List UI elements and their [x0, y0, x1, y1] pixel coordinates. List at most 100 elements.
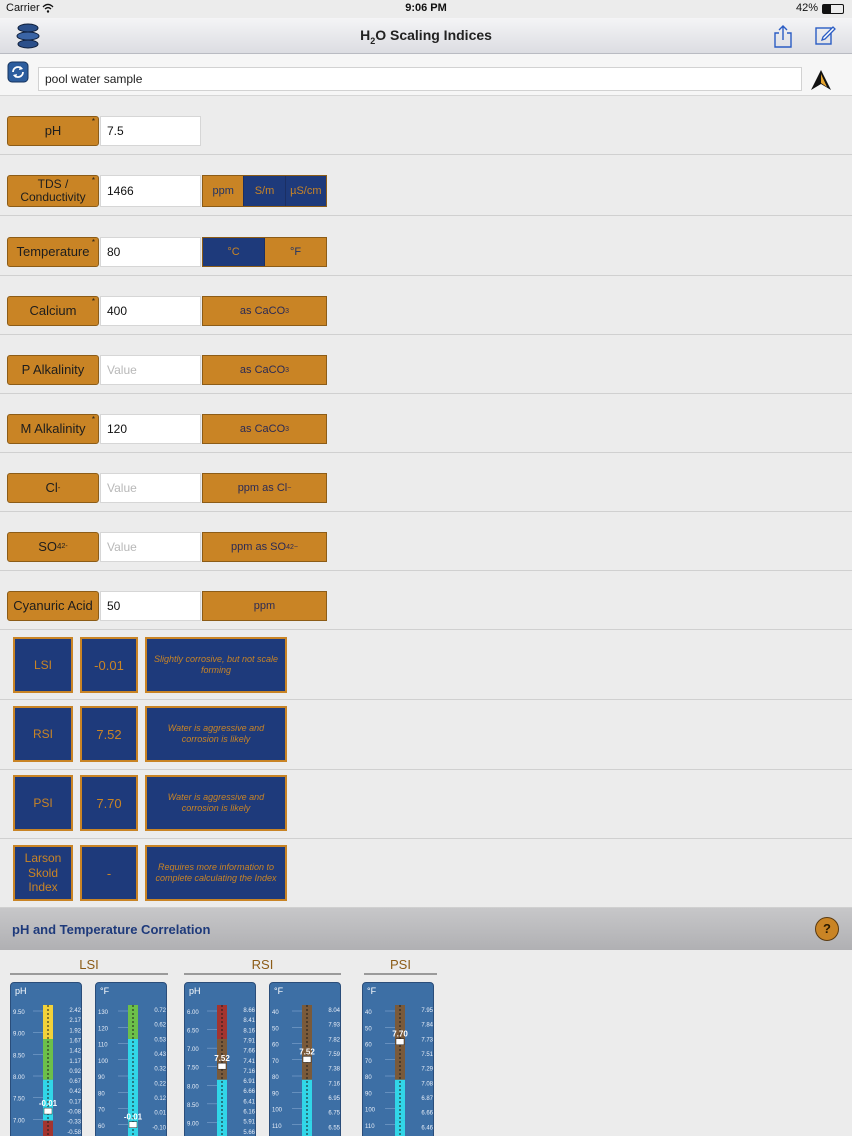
gauge-left-tick: 80 — [98, 1091, 105, 1097]
gauge-svg: pH 6.00 6.50 7.00 7.50 8.00 8.50 9.00 8.66 8.41 8.… — [187, 986, 256, 1136]
chloride-unit[interactable]: ppm as Cl − — [202, 473, 327, 503]
param-row-ph: pH * 7.5 — [0, 96, 852, 155]
gauge-right-tick: 0.43 — [154, 1052, 166, 1058]
psi-description: Water is aggressive and corrosion is lik… — [145, 775, 287, 831]
psi-value: 7.70 — [80, 775, 138, 831]
gauge-marker — [128, 1121, 138, 1128]
p-alkalinity-unit[interactable]: as CaCO 3 — [202, 355, 327, 385]
temperature-unit-selector: °C °F — [202, 237, 327, 267]
p-alkalinity-label[interactable]: P Alkalinity — [7, 355, 99, 385]
lsi-ph-gauge[interactable]: pH 9.50 9.00 8.50 8.00 7.50 7.00 2.42 2.17 1.92 1.… — [10, 982, 82, 1136]
gauge-left-tick: 8.00 — [13, 1075, 25, 1081]
sulfate-input[interactable]: Value — [100, 532, 201, 562]
p-alkalinity-input[interactable]: Value — [100, 355, 201, 385]
lsi-name[interactable]: LSI — [13, 637, 73, 693]
gauge-left-tick: 80 — [365, 1075, 372, 1081]
tds-label[interactable]: TDS / Conductivity * — [7, 175, 99, 207]
psi-name[interactable]: PSI — [13, 775, 73, 831]
gauge-right-tick: -0.58 — [67, 1130, 81, 1136]
gauge-unit-label: °F — [367, 986, 377, 996]
gauge-left-tick: 70 — [365, 1059, 372, 1065]
unit-s-per-m[interactable]: S/m — [243, 176, 285, 206]
index-row-lsi: LSI -0.01 Slightly corrosive, but not sc… — [0, 630, 852, 700]
gauge-left-tick: 7.00 — [13, 1118, 25, 1124]
rsi-name[interactable]: RSI — [13, 706, 73, 762]
calcium-unit[interactable]: as CaCO 3 — [202, 296, 327, 326]
navigation-bar: H2O Scaling Indices — [0, 18, 852, 54]
calcium-label[interactable]: Calcium * — [7, 296, 99, 326]
unit-fahrenheit[interactable]: °F — [264, 238, 326, 266]
unit-celsius[interactable]: °C — [203, 238, 264, 266]
rsi-ph-gauge[interactable]: pH 6.00 6.50 7.00 7.50 8.00 8.50 9.00 8.66 8.41 8.… — [184, 982, 256, 1136]
compose-icon[interactable] — [814, 24, 836, 46]
temperature-input[interactable]: 80 — [100, 237, 201, 267]
cyanuric-acid-unit[interactable]: ppm — [202, 591, 327, 621]
sample-name-input[interactable]: pool water sample — [38, 67, 802, 91]
gauge-right-tick: 7.93 — [328, 1023, 340, 1029]
unit-us-per-cm[interactable]: µS/cm — [284, 176, 326, 206]
index-row-larson-skold: Larson Skold Index - Requires more infor… — [0, 839, 852, 908]
gauge-left-tick: 9.50 — [13, 1010, 25, 1016]
gauge-right-tick: -0.08 — [67, 1110, 81, 1116]
larson-skold-description: Requires more information to complete ca… — [145, 845, 287, 901]
navigation-arrow-icon[interactable] — [808, 68, 834, 92]
cyanuric-acid-label[interactable]: Cyanuric Acid — [7, 591, 99, 621]
rsi-temperature-gauge[interactable]: °F 40 50 60 70 80 90 100 110 8.04 7.93 7.82 7.59 7.38… — [269, 982, 341, 1136]
index-row-rsi: RSI 7.52 Water is aggressive and corrosi… — [0, 700, 852, 770]
gauge-right-tick: 1.42 — [69, 1049, 81, 1055]
m-alkalinity-label[interactable]: M Alkalinity * — [7, 414, 99, 444]
gauge-svg: °F 40 50 60 70 80 90 100 110 7.95 7.84 7.73 7.51 7.29… — [365, 986, 434, 1136]
ph-input[interactable]: 7.5 — [100, 116, 201, 146]
battery-icon — [822, 4, 844, 14]
gauge-right-tick: 8.66 — [243, 1008, 255, 1014]
temperature-label[interactable]: Temperature * — [7, 237, 99, 267]
m-alkalinity-input[interactable]: 120 — [100, 414, 201, 444]
gauge-right-tick: 0.62 — [154, 1023, 166, 1029]
gauge-left-tick: 60 — [365, 1043, 372, 1049]
unit-ppm[interactable]: ppm — [203, 176, 244, 206]
chloride-label[interactable]: Cl - — [7, 473, 99, 503]
gauge-marker-value: -0.01 — [124, 1113, 143, 1122]
psi-temperature-gauge[interactable]: °F 40 50 60 70 80 90 100 110 7.95 7.84 7.73 7.51 7.29… — [362, 982, 434, 1136]
gauge-left-tick: 100 — [365, 1108, 376, 1114]
group-title-lsi: LSI — [79, 957, 99, 972]
param-row-calcium: Calcium * 400 as CaCO 3 — [0, 276, 852, 335]
group-title-psi: PSI — [390, 957, 411, 972]
gauge-right-tick: 1.67 — [69, 1038, 81, 1044]
lsi-temperature-gauge[interactable]: °F 130 120 110 100 90 80 70 60 0.72 0.62 0.53 0.43 0.… — [95, 982, 167, 1136]
gauge-left-tick: 70 — [98, 1108, 105, 1114]
m-alkalinity-unit[interactable]: as CaCO 3 — [202, 414, 327, 444]
calcium-input[interactable]: 400 — [100, 296, 201, 326]
gauge-right-tick: 7.51 — [421, 1052, 433, 1058]
gauge-left-tick: 50 — [365, 1026, 372, 1032]
cyanuric-acid-input[interactable]: 50 — [100, 591, 201, 621]
gauge-right-tick: 5.66 — [243, 1130, 255, 1136]
gauge-right-tick: 7.66 — [243, 1049, 255, 1055]
sulfate-unit[interactable]: ppm as SO 4 2− — [202, 532, 327, 562]
page-title: H2O Scaling Indices — [360, 27, 492, 46]
gauge-marker-value: 7.52 — [299, 1047, 315, 1056]
share-icon[interactable] — [772, 24, 794, 48]
param-row-chloride: Cl - Value ppm as Cl − — [0, 453, 852, 512]
gauge-svg: pH 9.50 9.00 8.50 8.00 7.50 7.00 2.42 2.17 1.92 1.… — [13, 986, 82, 1136]
tds-input[interactable]: 1466 — [100, 175, 201, 207]
gauge-left-tick: 100 — [98, 1059, 109, 1065]
gauge-left-tick: 6.00 — [187, 1010, 199, 1016]
chloride-input[interactable]: Value — [100, 473, 201, 503]
gauge-right-tick: 6.46 — [421, 1125, 433, 1131]
gauge-right-tick: 6.55 — [328, 1125, 340, 1131]
gauge-marker-value: 7.70 — [392, 1030, 408, 1039]
larson-skold-name[interactable]: Larson Skold Index — [13, 845, 73, 901]
gauge-right-tick: 0.53 — [154, 1037, 166, 1043]
gauge-svg: °F 40 50 60 70 80 90 100 110 8.04 7.93 7.82 7.59 7.38… — [272, 986, 341, 1136]
refresh-icon[interactable] — [7, 61, 29, 83]
sulfate-label[interactable]: SO 4 2- — [7, 532, 99, 562]
gauge-left-tick: 120 — [98, 1026, 109, 1032]
gauge-left-tick: 90 — [272, 1091, 279, 1097]
gauge-left-tick: 7.50 — [187, 1066, 199, 1072]
gauge-right-tick: 6.16 — [243, 1110, 255, 1116]
help-icon[interactable]: ? — [815, 917, 839, 941]
gauge-left-tick: 90 — [365, 1091, 372, 1097]
ph-label[interactable]: pH * — [7, 116, 99, 146]
gauge-left-tick: 80 — [272, 1075, 279, 1081]
